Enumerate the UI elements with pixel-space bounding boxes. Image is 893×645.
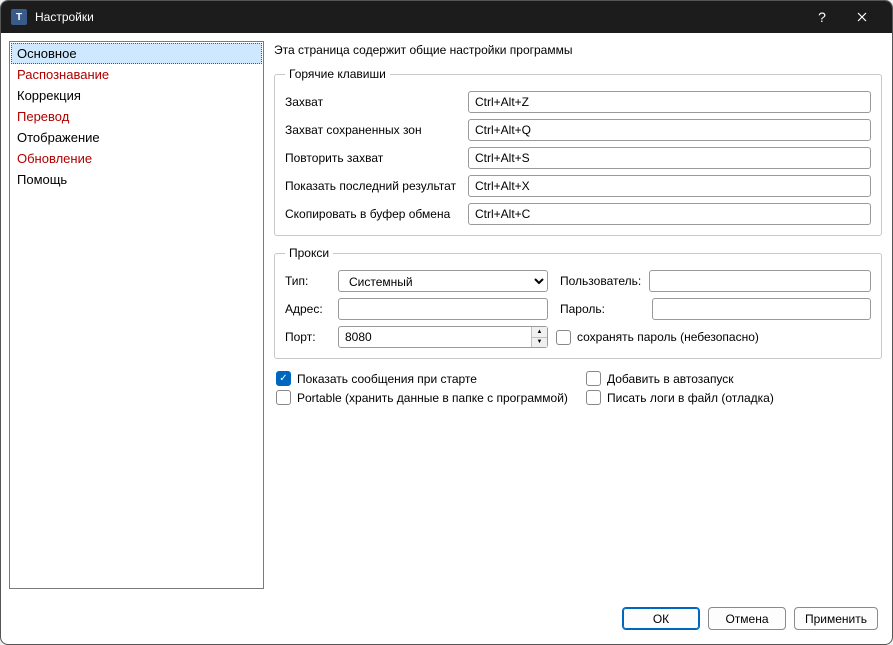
port-spin-down[interactable]: ▼: [532, 338, 547, 348]
option-debuglog[interactable]: Писать логи в файл (отладка): [586, 390, 880, 405]
content-pane: Эта страница содержит общие настройки пр…: [272, 41, 884, 589]
port-spin-up[interactable]: ▲: [532, 327, 547, 338]
hotkey-input-capture[interactable]: [468, 91, 871, 113]
page-description: Эта страница содержит общие настройки пр…: [272, 41, 884, 61]
window-title: Настройки: [35, 10, 802, 24]
proxy-pass-label: Пароль:: [560, 302, 644, 316]
proxy-port-input[interactable]: [338, 326, 548, 348]
hotkey-row-copy: Скопировать в буфер обмена: [285, 203, 871, 225]
option-autostart[interactable]: Добавить в автозапуск: [586, 371, 880, 386]
ok-button[interactable]: ОК: [622, 607, 700, 630]
hotkey-input-copy[interactable]: [468, 203, 871, 225]
footer: ОК Отмена Применить: [1, 597, 892, 644]
close-button[interactable]: [842, 1, 882, 33]
hotkey-input-capture-saved[interactable]: [468, 119, 871, 141]
checkbox-label: сохранять пароль (небезопасно): [577, 330, 759, 344]
sidebar-item-label: Обновление: [17, 151, 92, 166]
checkbox-label: Portable (хранить данные в папке с прогр…: [297, 391, 568, 405]
proxy-row-type: Тип: Системный Пользователь:: [285, 270, 871, 292]
sidebar-item-update[interactable]: Обновление: [11, 148, 262, 169]
sidebar-item-label: Отображение: [17, 130, 100, 145]
checkbox-icon: [276, 371, 291, 386]
app-icon: T: [11, 9, 27, 25]
option-show-startup[interactable]: Показать сообщения при старте: [276, 371, 576, 386]
cancel-button[interactable]: Отмена: [708, 607, 786, 630]
proxy-row-addr: Адрес: Пароль:: [285, 298, 871, 320]
sidebar-item-label: Основное: [17, 46, 77, 61]
proxy-pass-input[interactable]: [652, 298, 871, 320]
settings-window: T Настройки ? Основное Распознавание Кор…: [0, 0, 893, 645]
titlebar: T Настройки ?: [1, 1, 892, 33]
sidebar-item-label: Перевод: [17, 109, 69, 124]
hotkey-label: Захват сохраненных зон: [285, 123, 460, 137]
help-button[interactable]: ?: [802, 1, 842, 33]
sidebar-item-display[interactable]: Отображение: [11, 127, 262, 148]
proxy-legend: Прокси: [285, 246, 333, 260]
close-icon: [857, 12, 867, 22]
proxy-port-wrap: ▲ ▼: [338, 326, 548, 348]
hotkeys-legend: Горячие клавиши: [285, 67, 390, 81]
proxy-addr-label: Адрес:: [285, 302, 330, 316]
window-body: Основное Распознавание Коррекция Перевод…: [1, 33, 892, 597]
sidebar-item-label: Помощь: [17, 172, 67, 187]
hotkey-input-repeat[interactable]: [468, 147, 871, 169]
proxy-row-port: Порт: ▲ ▼ сохранять пароль (небезопасно): [285, 326, 871, 348]
proxy-type-select[interactable]: Системный: [338, 270, 548, 292]
proxy-user-input[interactable]: [649, 270, 871, 292]
checkbox-label: Писать логи в файл (отладка): [607, 391, 774, 405]
proxy-user-label: Пользователь:: [560, 274, 641, 288]
checkbox-label: Добавить в автозапуск: [607, 372, 734, 386]
option-portable[interactable]: Portable (хранить данные в папке с прогр…: [276, 390, 576, 405]
proxy-port-label: Порт:: [285, 330, 330, 344]
hotkey-row-capture: Захват: [285, 91, 871, 113]
sidebar-item-label: Коррекция: [17, 88, 81, 103]
proxy-group: Прокси Тип: Системный Пользователь: Адре…: [274, 246, 882, 359]
hotkey-row-show-last: Показать последний результат: [285, 175, 871, 197]
hotkey-label: Скопировать в буфер обмена: [285, 207, 460, 221]
sidebar-item-recognition[interactable]: Распознавание: [11, 64, 262, 85]
proxy-addr-input[interactable]: [338, 298, 548, 320]
sidebar-item-correction[interactable]: Коррекция: [11, 85, 262, 106]
hotkey-row-capture-saved: Захват сохраненных зон: [285, 119, 871, 141]
sidebar-item-label: Распознавание: [17, 67, 109, 82]
hotkey-input-show-last[interactable]: [468, 175, 871, 197]
hotkeys-group: Горячие клавиши Захват Захват сохраненны…: [274, 67, 882, 236]
apply-button[interactable]: Применить: [794, 607, 878, 630]
checkbox-icon: [586, 371, 601, 386]
options-grid: Показать сообщения при старте Добавить в…: [272, 369, 884, 407]
port-spinner: ▲ ▼: [531, 327, 547, 347]
sidebar-item-help[interactable]: Помощь: [11, 169, 262, 190]
proxy-type-label: Тип:: [285, 274, 330, 288]
sidebar-item-general[interactable]: Основное: [11, 43, 262, 64]
proxy-save-pass-checkbox[interactable]: сохранять пароль (небезопасно): [556, 330, 759, 345]
checkbox-label: Показать сообщения при старте: [297, 372, 477, 386]
checkbox-icon: [556, 330, 571, 345]
sidebar-item-translation[interactable]: Перевод: [11, 106, 262, 127]
hotkey-row-repeat: Повторить захват: [285, 147, 871, 169]
sidebar: Основное Распознавание Коррекция Перевод…: [9, 41, 264, 589]
hotkey-label: Захват: [285, 95, 460, 109]
checkbox-icon: [586, 390, 601, 405]
hotkey-label: Повторить захват: [285, 151, 460, 165]
checkbox-icon: [276, 390, 291, 405]
hotkey-label: Показать последний результат: [285, 179, 460, 193]
